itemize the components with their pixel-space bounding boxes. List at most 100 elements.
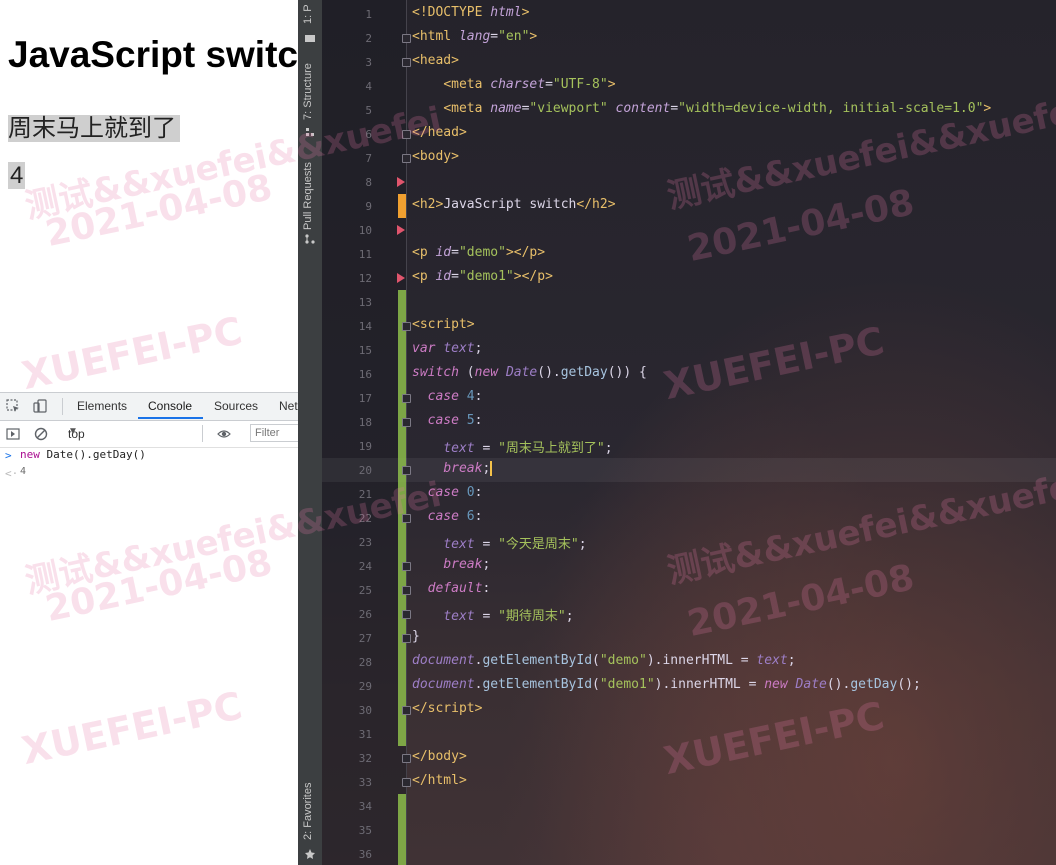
- code-line[interactable]: 16 switch (new Date().getDay()) {: [322, 362, 1056, 386]
- code-line[interactable]: 33 </html>: [322, 770, 1056, 794]
- code-text[interactable]: break;: [412, 557, 490, 572]
- line-number[interactable]: 19: [322, 440, 372, 453]
- clear-console-icon[interactable]: [34, 427, 48, 441]
- line-number[interactable]: 17: [322, 392, 372, 405]
- code-line[interactable]: 3 <head>: [322, 50, 1056, 74]
- line-number[interactable]: 25: [322, 584, 372, 597]
- fold-toggle-icon[interactable]: [402, 706, 411, 715]
- code-text[interactable]: <script>: [412, 317, 475, 332]
- line-number[interactable]: 31: [322, 728, 372, 741]
- line-number[interactable]: 12: [322, 272, 372, 285]
- code-text[interactable]: break;: [412, 461, 493, 476]
- code-line[interactable]: 27}: [322, 626, 1056, 650]
- code-line[interactable]: 31: [322, 722, 1056, 746]
- tab-console[interactable]: Console: [148, 399, 192, 413]
- fold-toggle-icon[interactable]: [402, 322, 411, 331]
- inspect-element-icon[interactable]: [6, 399, 20, 413]
- line-number[interactable]: 8: [322, 176, 372, 189]
- line-number[interactable]: 11: [322, 248, 372, 261]
- code-line[interactable]: 13: [322, 290, 1056, 314]
- code-line[interactable]: 12 <p id="demo1"></p>: [322, 266, 1056, 290]
- line-number[interactable]: 27: [322, 632, 372, 645]
- code-text[interactable]: <meta name="viewport" content="width=dev…: [412, 101, 991, 116]
- fold-toggle-icon[interactable]: [402, 154, 411, 163]
- tab-elements[interactable]: Elements: [77, 399, 127, 413]
- filter-input[interactable]: Filter: [250, 424, 298, 442]
- live-expression-eye-icon[interactable]: [217, 427, 231, 441]
- line-number[interactable]: 30: [322, 704, 372, 717]
- code-line[interactable]: 32 </body>: [322, 746, 1056, 770]
- code-line[interactable]: 26 text = "期待周末";: [322, 602, 1056, 626]
- code-line[interactable]: 22 case 6:: [322, 506, 1056, 530]
- line-number[interactable]: 21: [322, 488, 372, 501]
- code-line[interactable]: 6 </head>: [322, 122, 1056, 146]
- fold-toggle-icon[interactable]: [402, 58, 411, 67]
- code-text[interactable]: <meta charset="UTF-8">: [412, 77, 615, 92]
- code-text[interactable]: case 6:: [412, 509, 483, 524]
- code-line[interactable]: 2 <html lang="en">: [322, 26, 1056, 50]
- code-text[interactable]: default:: [412, 581, 491, 596]
- line-number[interactable]: 6: [322, 128, 372, 141]
- line-number[interactable]: 18: [322, 416, 372, 429]
- code-line[interactable]: 34: [322, 794, 1056, 818]
- code-text[interactable]: <h2>JavaScript switch</h2>: [412, 197, 616, 212]
- code-editor[interactable]: 1 <!DOCTYPE html> 2 <html lang="en"> 3 <head>…: [322, 0, 1056, 865]
- fold-toggle-icon[interactable]: [402, 34, 411, 43]
- tab-network[interactable]: Net: [279, 399, 298, 413]
- context-selector[interactable]: top ▼: [62, 425, 203, 442]
- line-number[interactable]: 24: [322, 560, 372, 573]
- code-line[interactable]: 14 <script>: [322, 314, 1056, 338]
- code-line[interactable]: 28 document.getElementById("demo").innerH…: [322, 650, 1056, 674]
- code-line[interactable]: 9 <h2>JavaScript switch</h2>: [322, 194, 1056, 218]
- line-number[interactable]: 22: [322, 512, 372, 525]
- code-line[interactable]: 21 case 0:: [322, 482, 1056, 506]
- code-line[interactable]: 8: [322, 170, 1056, 194]
- code-line[interactable]: 11 <p id="demo"></p>: [322, 242, 1056, 266]
- code-text[interactable]: <html lang="en">: [412, 29, 537, 44]
- code-line[interactable]: 35: [322, 818, 1056, 842]
- line-number[interactable]: 13: [322, 296, 372, 309]
- code-line[interactable]: 1 <!DOCTYPE html>: [322, 2, 1056, 26]
- code-line[interactable]: 7 <body>: [322, 146, 1056, 170]
- code-text[interactable]: case 5:: [412, 413, 483, 428]
- line-number[interactable]: 2: [322, 32, 372, 45]
- project-tool-tab[interactable]: 1: P: [302, 4, 314, 24]
- fold-toggle-icon[interactable]: [402, 418, 411, 427]
- line-number[interactable]: 16: [322, 368, 372, 381]
- code-text[interactable]: <!DOCTYPE html>: [412, 5, 529, 20]
- line-number[interactable]: 4: [322, 80, 372, 93]
- fold-toggle-icon[interactable]: [402, 130, 411, 139]
- tab-sources[interactable]: Sources: [214, 399, 258, 413]
- line-number[interactable]: 34: [322, 800, 372, 813]
- code-text[interactable]: </html>: [412, 773, 467, 788]
- line-number[interactable]: 32: [322, 752, 372, 765]
- code-text[interactable]: }: [412, 629, 420, 644]
- show-sidebar-icon[interactable]: [6, 427, 20, 441]
- fold-toggle-icon[interactable]: [402, 586, 411, 595]
- line-number[interactable]: 14: [322, 320, 372, 333]
- fold-toggle-icon[interactable]: [402, 514, 411, 523]
- code-text[interactable]: </script>: [412, 701, 482, 716]
- fold-toggle-icon[interactable]: [402, 610, 411, 619]
- fold-toggle-icon[interactable]: [402, 778, 411, 787]
- pull-requests-tool-tab[interactable]: Pull Requests: [302, 162, 314, 230]
- code-line[interactable]: 25 default:: [322, 578, 1056, 602]
- code-text[interactable]: text = "今天是周末";: [412, 533, 586, 552]
- line-number[interactable]: 10: [322, 224, 372, 237]
- fold-toggle-icon[interactable]: [402, 394, 411, 403]
- code-text[interactable]: </body>: [412, 749, 467, 764]
- line-number[interactable]: 1: [322, 8, 372, 21]
- line-number[interactable]: 3: [322, 56, 372, 69]
- code-text[interactable]: case 4:: [412, 389, 483, 404]
- code-line[interactable]: 17 case 4:: [322, 386, 1056, 410]
- code-text[interactable]: <head>: [412, 53, 459, 68]
- fold-toggle-icon[interactable]: [402, 754, 411, 763]
- fold-toggle-icon[interactable]: [402, 562, 411, 571]
- code-text[interactable]: <body>: [412, 149, 459, 164]
- code-text[interactable]: switch (new Date().getDay()) {: [412, 365, 647, 380]
- line-number[interactable]: 15: [322, 344, 372, 357]
- line-number[interactable]: 28: [322, 656, 372, 669]
- line-number[interactable]: 26: [322, 608, 372, 621]
- code-line[interactable]: 36: [322, 842, 1056, 865]
- code-line[interactable]: 15 var text;: [322, 338, 1056, 362]
